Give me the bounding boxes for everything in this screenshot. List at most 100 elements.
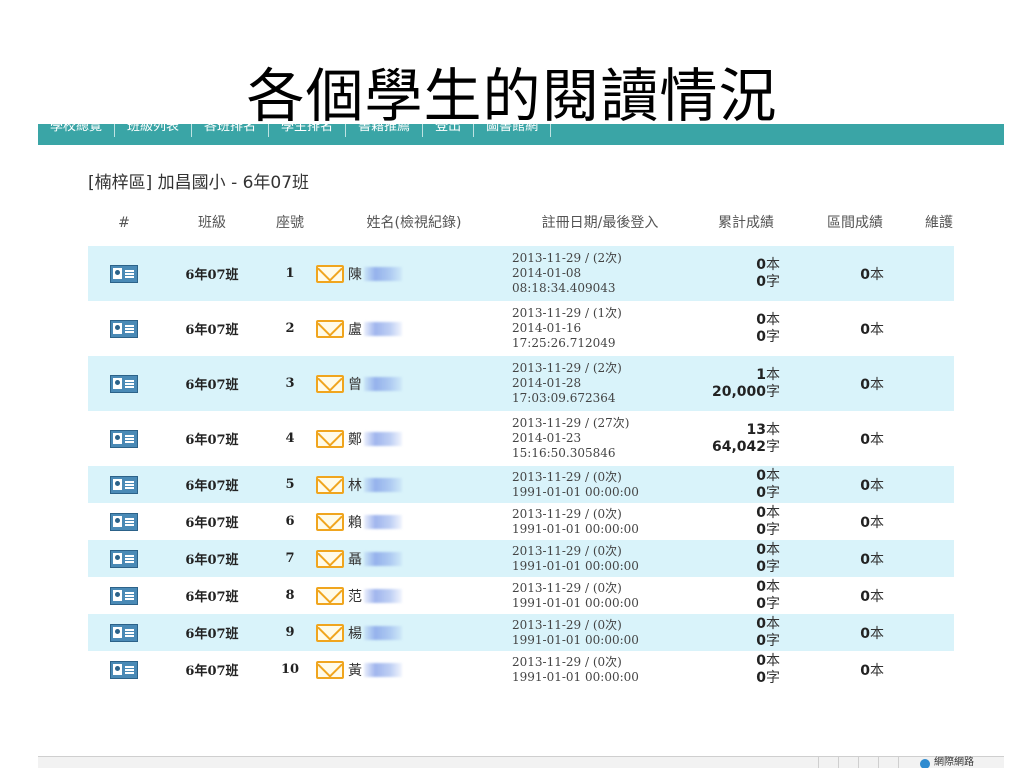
student-name-link[interactable]: 楊 bbox=[348, 623, 362, 643]
unit-books: 本 bbox=[766, 578, 780, 595]
mail-icon[interactable] bbox=[316, 319, 344, 338]
redacted-name-blur bbox=[364, 514, 402, 529]
unit-books: 本 bbox=[870, 477, 884, 494]
unit-books: 本 bbox=[870, 625, 884, 642]
globe-icon bbox=[920, 759, 930, 768]
redacted-name-blur bbox=[364, 321, 402, 336]
interval-score-cell: 0本 bbox=[804, 651, 884, 688]
table-row: 6年07班 10 黃 2013-11-29 / (0次) 1991-01-01 00:0… bbox=[88, 651, 954, 688]
unit-books: 本 bbox=[766, 366, 780, 383]
name-cell: 盧 bbox=[316, 301, 512, 356]
register-info: 2013-11-29 / (0次) bbox=[512, 543, 622, 558]
unit-books: 本 bbox=[766, 311, 780, 328]
total-score-cell: 0本 0字 bbox=[688, 540, 804, 577]
table-row: 6年07班 5 林 2013-11-29 / (0次) 1991-01-01 00:00… bbox=[88, 466, 954, 503]
total-books: 0 bbox=[756, 504, 766, 521]
last-login: 1991-01-01 00:00:00 bbox=[512, 558, 639, 573]
unit-books: 本 bbox=[870, 431, 884, 448]
student-card-icon[interactable] bbox=[110, 660, 138, 679]
student-name-link[interactable]: 聶 bbox=[348, 549, 362, 569]
class-cell: 6年07班 bbox=[160, 614, 264, 651]
maintain-cell bbox=[884, 356, 954, 411]
total-books: 0 bbox=[756, 652, 766, 669]
interval-score-cell: 0本 bbox=[804, 356, 884, 411]
maintain-cell bbox=[884, 246, 954, 301]
total-chars: 64,042 bbox=[711, 438, 766, 455]
mail-icon[interactable] bbox=[316, 512, 344, 531]
student-card-icon[interactable] bbox=[110, 623, 138, 642]
total-score-cell: 0本 0字 bbox=[688, 577, 804, 614]
table-row: 6年07班 2 盧 2013-11-29 / (1次) 2014-01-16 17:25:… bbox=[88, 301, 954, 356]
class-cell: 6年07班 bbox=[185, 516, 239, 531]
unit-books: 本 bbox=[870, 266, 884, 283]
total-books: 0 bbox=[756, 615, 766, 632]
student-card-icon[interactable] bbox=[110, 264, 138, 283]
unit-books: 本 bbox=[766, 541, 780, 558]
register-info: 2013-11-29 / (2次) bbox=[512, 251, 622, 265]
class-cell: 6年07班 bbox=[160, 246, 264, 301]
mail-icon[interactable] bbox=[316, 475, 344, 494]
maintain-cell bbox=[884, 301, 954, 356]
mail-icon[interactable] bbox=[316, 660, 344, 679]
status-divider bbox=[838, 757, 839, 768]
unit-chars: 字 bbox=[766, 521, 780, 538]
unit-books: 本 bbox=[766, 256, 780, 273]
browser-status-bar: 網際網路 bbox=[38, 756, 1004, 768]
student-name-link[interactable]: 陳 bbox=[348, 264, 362, 284]
last-login: 1991-01-01 00:00:00 bbox=[512, 521, 639, 536]
student-name-link[interactable]: 賴 bbox=[348, 512, 362, 532]
student-card-icon[interactable] bbox=[110, 549, 138, 568]
total-chars: 0 bbox=[756, 484, 766, 501]
student-name-link[interactable]: 鄭 bbox=[348, 429, 362, 449]
status-divider bbox=[858, 757, 859, 768]
interval-books: 0 bbox=[860, 588, 870, 605]
mail-icon[interactable] bbox=[316, 429, 344, 448]
student-card-icon[interactable] bbox=[110, 319, 138, 338]
total-books: 1 bbox=[756, 366, 766, 383]
student-card-icon[interactable] bbox=[110, 512, 138, 531]
student-name-link[interactable]: 曾 bbox=[348, 374, 362, 394]
last-login: 1991-01-01 00:00:00 bbox=[512, 484, 639, 499]
student-name-link[interactable]: 黃 bbox=[348, 660, 362, 680]
unit-chars: 字 bbox=[766, 328, 780, 345]
student-card-icon[interactable] bbox=[110, 429, 138, 448]
mail-icon[interactable] bbox=[316, 374, 344, 393]
record-cell bbox=[88, 503, 160, 540]
seat-cell: 4 bbox=[285, 431, 295, 446]
mail-icon[interactable] bbox=[316, 623, 344, 642]
total-books: 13 bbox=[746, 421, 766, 438]
mail-icon[interactable] bbox=[316, 549, 344, 568]
seat-cell: 7 bbox=[264, 540, 316, 577]
student-reading-table: # 班級 座號 姓名(檢視紀錄) 註冊日期/最後登入 累計成績 區間成績 維護 … bbox=[88, 200, 954, 688]
record-cell bbox=[88, 466, 160, 503]
total-chars: 0 bbox=[756, 595, 766, 612]
date-cell: 2013-11-29 / (0次) 1991-01-01 00:00:00 bbox=[512, 614, 688, 651]
redacted-name-blur bbox=[364, 625, 402, 640]
student-name-link[interactable]: 范 bbox=[348, 586, 362, 606]
date-cell: 2013-11-29 / (0次) 1991-01-01 00:00:00 bbox=[512, 577, 688, 614]
student-name-link[interactable]: 盧 bbox=[348, 319, 362, 339]
mail-icon[interactable] bbox=[316, 586, 344, 605]
total-chars: 0 bbox=[756, 669, 766, 686]
school-class-heading: [楠梓區] 加昌國小 - 6年07班 bbox=[88, 173, 310, 193]
student-card-icon[interactable] bbox=[110, 475, 138, 494]
total-chars: 0 bbox=[756, 632, 766, 649]
student-card-icon[interactable] bbox=[110, 374, 138, 393]
status-divider bbox=[898, 757, 899, 768]
student-card-icon[interactable] bbox=[110, 586, 138, 605]
student-name-link[interactable]: 林 bbox=[348, 475, 362, 495]
last-login: 2014-01-23 bbox=[512, 431, 582, 445]
name-cell: 范 bbox=[316, 577, 512, 614]
unit-books: 本 bbox=[766, 421, 780, 438]
name-cell: 黃 bbox=[316, 651, 512, 688]
table-row: 6年07班 6 賴 2013-11-29 / (0次) 1991-01-01 00:00… bbox=[88, 503, 954, 540]
unit-chars: 字 bbox=[766, 273, 780, 290]
table-body: 6年07班 1 陳 2013-11-29 / (2次) 2014-01-08 08:18:… bbox=[88, 246, 954, 688]
table-header-row: # 班級 座號 姓名(檢視紀錄) 註冊日期/最後登入 累計成績 區間成績 維護 bbox=[88, 200, 954, 246]
total-books: 0 bbox=[756, 311, 766, 328]
name-cell: 鄭 bbox=[316, 411, 512, 466]
date-cell: 2013-11-29 / (0次) 1991-01-01 00:00:00 bbox=[512, 466, 688, 503]
record-cell bbox=[88, 411, 160, 466]
mail-icon[interactable] bbox=[316, 264, 344, 283]
table-row: 6年07班 1 陳 2013-11-29 / (2次) 2014-01-08 08:18:… bbox=[88, 246, 954, 301]
